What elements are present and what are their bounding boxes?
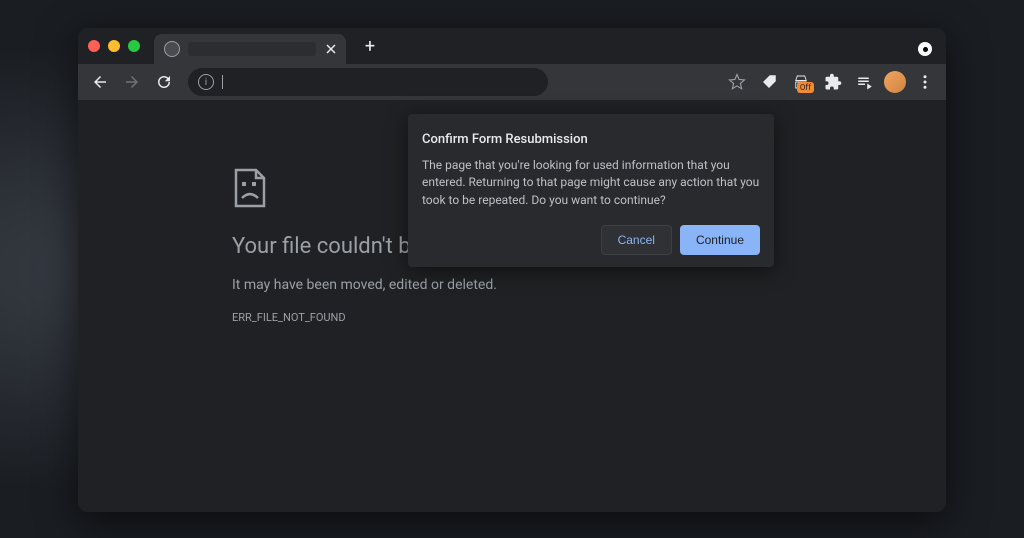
dialog-title: Confirm Form Resubmission bbox=[422, 132, 760, 147]
new-tab-button[interactable]: + bbox=[358, 34, 382, 58]
maximize-window-button[interactable] bbox=[128, 40, 140, 52]
bookmark-button[interactable] bbox=[724, 69, 750, 95]
site-info-icon[interactable]: i bbox=[198, 74, 214, 90]
star-icon bbox=[728, 73, 746, 91]
arrow-left-icon bbox=[91, 73, 109, 91]
continue-button[interactable]: Continue bbox=[680, 225, 760, 255]
share-button[interactable] bbox=[756, 69, 782, 95]
tag-icon bbox=[760, 73, 778, 91]
plus-icon: + bbox=[365, 36, 375, 57]
dialog-buttons: Cancel Continue bbox=[422, 225, 760, 255]
arrow-right-icon bbox=[123, 73, 141, 91]
kebab-icon bbox=[916, 73, 934, 91]
close-window-button[interactable] bbox=[88, 40, 100, 52]
broken-file-icon bbox=[232, 168, 268, 208]
profile-button[interactable] bbox=[884, 71, 906, 93]
puzzle-icon bbox=[824, 73, 842, 91]
reload-button[interactable] bbox=[150, 68, 178, 96]
toolbar-right: Off bbox=[724, 69, 938, 95]
forward-button[interactable] bbox=[118, 68, 146, 96]
browser-window: + i Off bbox=[78, 28, 946, 512]
extension-badge: Off bbox=[797, 82, 814, 93]
error-subtitle: It may have been moved, edited or delete… bbox=[232, 277, 946, 293]
browser-tab[interactable] bbox=[154, 34, 346, 64]
cancel-button[interactable]: Cancel bbox=[601, 225, 672, 255]
minimize-window-button[interactable] bbox=[108, 40, 120, 52]
tab-close-button[interactable] bbox=[324, 42, 338, 56]
extension-button[interactable]: Off bbox=[788, 69, 814, 95]
tab-favicon-icon bbox=[164, 41, 180, 57]
toolbar: i Off bbox=[78, 64, 946, 100]
text-cursor bbox=[222, 75, 223, 89]
confirm-dialog: Confirm Form Resubmission The page that … bbox=[408, 114, 774, 267]
tab-title bbox=[188, 42, 316, 56]
dialog-body: The page that you're looking for used in… bbox=[422, 157, 760, 209]
playlist-icon bbox=[856, 73, 874, 91]
extensions-button[interactable] bbox=[820, 69, 846, 95]
menu-button[interactable] bbox=[912, 69, 938, 95]
recording-indicator-icon bbox=[918, 42, 932, 56]
tab-strip: + bbox=[78, 28, 946, 64]
window-controls bbox=[88, 40, 140, 52]
reload-icon bbox=[155, 73, 173, 91]
error-code: ERR_FILE_NOT_FOUND bbox=[232, 311, 946, 324]
address-bar[interactable]: i bbox=[188, 68, 548, 96]
back-button[interactable] bbox=[86, 68, 114, 96]
close-icon bbox=[324, 42, 338, 56]
reading-list-button[interactable] bbox=[852, 69, 878, 95]
